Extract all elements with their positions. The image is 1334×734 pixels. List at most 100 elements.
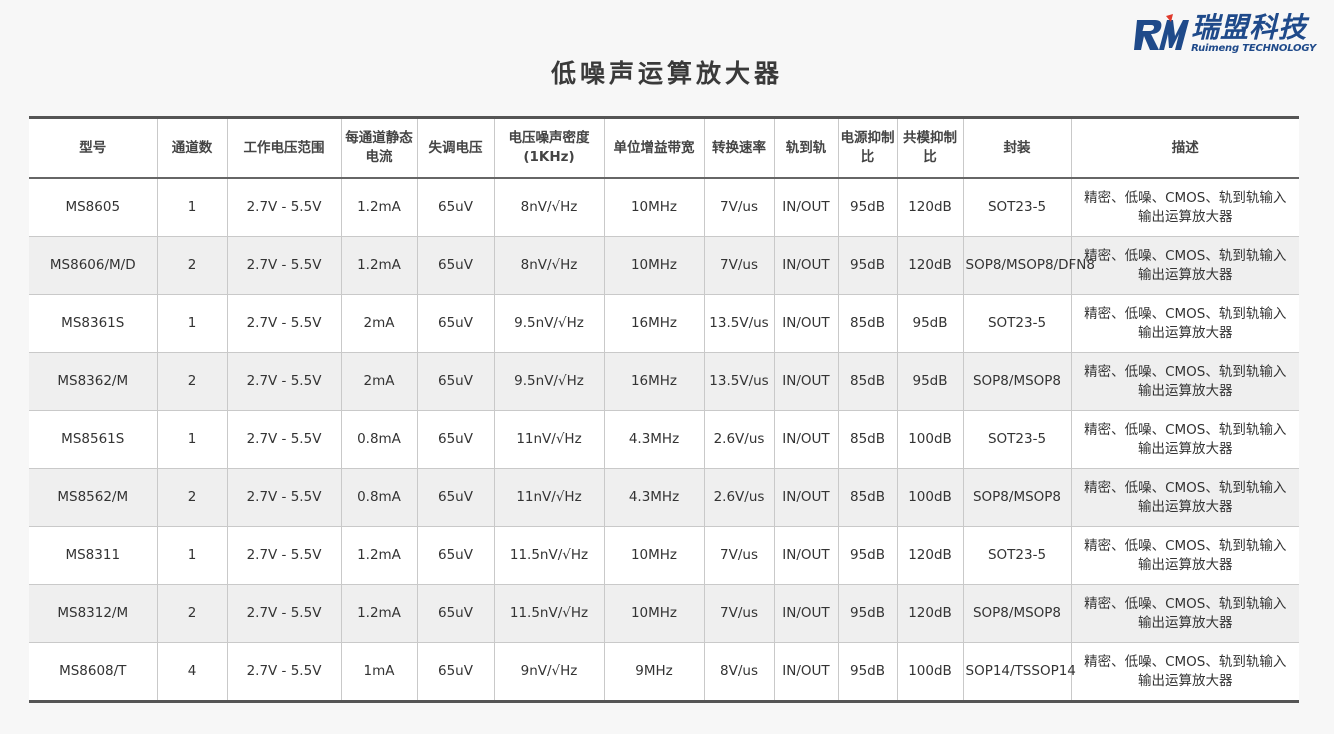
header-noise-density: 电压噪声密度(1KHz) <box>493 117 605 179</box>
cell-psrr: 85dB <box>837 410 898 469</box>
table-row: MS8606/M/D 2 2.7V - 5.5V 1.2mA 65uV 8nV/√Hz 10… <box>29 236 1299 295</box>
cell-quiescent-current: 1mA <box>340 642 418 702</box>
cell-psrr: 85dB <box>837 294 898 353</box>
header-model: 型号 <box>29 117 158 179</box>
table-row: MS8562/M 2 2.7V - 5.5V 0.8mA 65uV 11nV/√Hz 4.3… <box>29 468 1299 527</box>
cell-rail-to-rail: IN/OUT <box>773 468 839 527</box>
cell-package: SOP8/MSOP8 <box>962 584 1072 643</box>
cell-slew-rate: 7V/us <box>703 236 775 295</box>
header-channels: 通道数 <box>156 117 228 179</box>
cell-voltage-range: 2.7V - 5.5V <box>226 642 342 702</box>
cell-gbw: 10MHz <box>603 177 705 237</box>
cell-channels: 2 <box>156 236 228 295</box>
cell-gbw: 10MHz <box>603 584 705 643</box>
cell-cmrr: 100dB <box>896 642 964 702</box>
cell-package: SOT23-5 <box>962 177 1072 237</box>
cell-quiescent-current: 1.2mA <box>340 584 418 643</box>
table-row: MS8312/M 2 2.7V - 5.5V 1.2mA 65uV 11.5nV/√Hz 1… <box>29 584 1299 643</box>
cell-quiescent-current: 0.8mA <box>340 468 418 527</box>
table-row: MS8561S 1 2.7V - 5.5V 0.8mA 65uV 11nV/√Hz 4.3M… <box>29 410 1299 469</box>
product-table: 型号 通道数 工作电压范围 每通道静态电流 失调电压 电压噪声密度(1KHz) 单位增益带宽… <box>29 116 1299 703</box>
cell-package: SOT23-5 <box>962 410 1072 469</box>
cell-cmrr: 95dB <box>896 352 964 411</box>
cell-offset-voltage: 65uV <box>416 642 495 702</box>
cell-gbw: 4.3MHz <box>603 410 705 469</box>
table-row: MS8608/T 4 2.7V - 5.5V 1mA 65uV 9nV/√Hz 9MHz 8V… <box>29 642 1299 702</box>
cell-channels: 2 <box>156 352 228 411</box>
cell-rail-to-rail: IN/OUT <box>773 177 839 237</box>
cell-model: MS8562/M <box>29 468 158 527</box>
cell-noise-density: 8nV/√Hz <box>493 236 605 295</box>
cell-package: SOP8/MSOP8 <box>962 468 1072 527</box>
cell-channels: 2 <box>156 468 228 527</box>
table-row: MS8362/M 2 2.7V - 5.5V 2mA 65uV 9.5nV/√Hz 16MH… <box>29 352 1299 411</box>
cell-offset-voltage: 65uV <box>416 410 495 469</box>
cell-cmrr: 100dB <box>896 468 964 527</box>
header-description: 描述 <box>1070 117 1299 179</box>
brand-name-cn: 瑞盟科技 <box>1191 10 1308 44</box>
cell-voltage-range: 2.7V - 5.5V <box>226 468 342 527</box>
brand-logo: 瑞盟科技 Ruimeng TECHNOLOGY <box>1133 12 1316 54</box>
cell-quiescent-current: 0.8mA <box>340 410 418 469</box>
cell-noise-density: 9nV/√Hz <box>493 642 605 702</box>
table-body: MS8605 1 2.7V - 5.5V 1.2mA 65uV 8nV/√Hz 10MHz 7… <box>29 177 1299 702</box>
table-row: MS8361S 1 2.7V - 5.5V 2mA 65uV 9.5nV/√Hz 16MHz… <box>29 294 1299 353</box>
cell-slew-rate: 2.6V/us <box>703 410 775 469</box>
product-table-container: 型号 通道数 工作电压范围 每通道静态电流 失调电压 电压噪声密度(1KHz) 单位增益带宽… <box>29 116 1299 703</box>
cell-slew-rate: 7V/us <box>703 526 775 585</box>
cell-description: 精密、低噪、CMOS、轨到轨输入输出运算放大器 <box>1070 468 1299 527</box>
cell-quiescent-current: 1.2mA <box>340 526 418 585</box>
cell-rail-to-rail: IN/OUT <box>773 410 839 469</box>
cell-quiescent-current: 1.2mA <box>340 177 418 237</box>
cell-voltage-range: 2.7V - 5.5V <box>226 352 342 411</box>
cell-channels: 1 <box>156 177 228 237</box>
cell-voltage-range: 2.7V - 5.5V <box>226 236 342 295</box>
cell-rail-to-rail: IN/OUT <box>773 294 839 353</box>
cell-channels: 1 <box>156 526 228 585</box>
cell-offset-voltage: 65uV <box>416 584 495 643</box>
cell-noise-density: 11.5nV/√Hz <box>493 584 605 643</box>
page-title: 低噪声运算放大器 <box>550 59 783 88</box>
cell-channels: 4 <box>156 642 228 702</box>
cell-cmrr: 100dB <box>896 410 964 469</box>
cell-model: MS8605 <box>29 177 158 237</box>
rm-logo-icon <box>1134 14 1190 50</box>
header-psrr: 电源抑制比 <box>837 117 898 179</box>
table-row: MS8311 1 2.7V - 5.5V 1.2mA 65uV 11.5nV/√Hz 10M… <box>29 526 1299 585</box>
cell-quiescent-current: 2mA <box>340 294 418 353</box>
table-header-row: 型号 通道数 工作电压范围 每通道静态电流 失调电压 电压噪声密度(1KHz) 单位增益带宽… <box>29 117 1299 179</box>
header-offset-voltage: 失调电压 <box>416 117 495 179</box>
cell-model: MS8361S <box>29 294 158 353</box>
cell-psrr: 95dB <box>837 177 898 237</box>
cell-gbw: 16MHz <box>603 294 705 353</box>
cell-offset-voltage: 65uV <box>416 294 495 353</box>
cell-model: MS8608/T <box>29 642 158 702</box>
cell-slew-rate: 7V/us <box>703 584 775 643</box>
cell-offset-voltage: 65uV <box>416 526 495 585</box>
cell-channels: 2 <box>156 584 228 643</box>
cell-gbw: 10MHz <box>603 526 705 585</box>
cell-description: 精密、低噪、CMOS、轨到轨输入输出运算放大器 <box>1070 294 1299 353</box>
cell-voltage-range: 2.7V - 5.5V <box>226 526 342 585</box>
cell-noise-density: 11nV/√Hz <box>493 410 605 469</box>
cell-model: MS8606/M/D <box>29 236 158 295</box>
cell-slew-rate: 13.5V/us <box>703 352 775 411</box>
cell-gbw: 10MHz <box>603 236 705 295</box>
cell-noise-density: 9.5nV/√Hz <box>493 352 605 411</box>
header-package: 封装 <box>962 117 1072 179</box>
cell-description: 精密、低噪、CMOS、轨到轨输入输出运算放大器 <box>1070 236 1299 295</box>
cell-cmrr: 120dB <box>896 526 964 585</box>
cell-offset-voltage: 65uV <box>416 352 495 411</box>
cell-model: MS8311 <box>29 526 158 585</box>
cell-voltage-range: 2.7V - 5.5V <box>226 294 342 353</box>
cell-description: 精密、低噪、CMOS、轨到轨输入输出运算放大器 <box>1070 177 1299 237</box>
cell-slew-rate: 8V/us <box>703 642 775 702</box>
cell-model: MS8561S <box>29 410 158 469</box>
cell-psrr: 95dB <box>837 642 898 702</box>
brand-name-en: Ruimeng TECHNOLOGY <box>1191 42 1316 54</box>
cell-package: SOP14/TSSOP14 <box>962 642 1076 702</box>
cell-psrr: 85dB <box>837 352 898 411</box>
cell-slew-rate: 7V/us <box>703 177 775 237</box>
header-quiescent-current: 每通道静态电流 <box>340 117 418 179</box>
cell-psrr: 95dB <box>837 526 898 585</box>
